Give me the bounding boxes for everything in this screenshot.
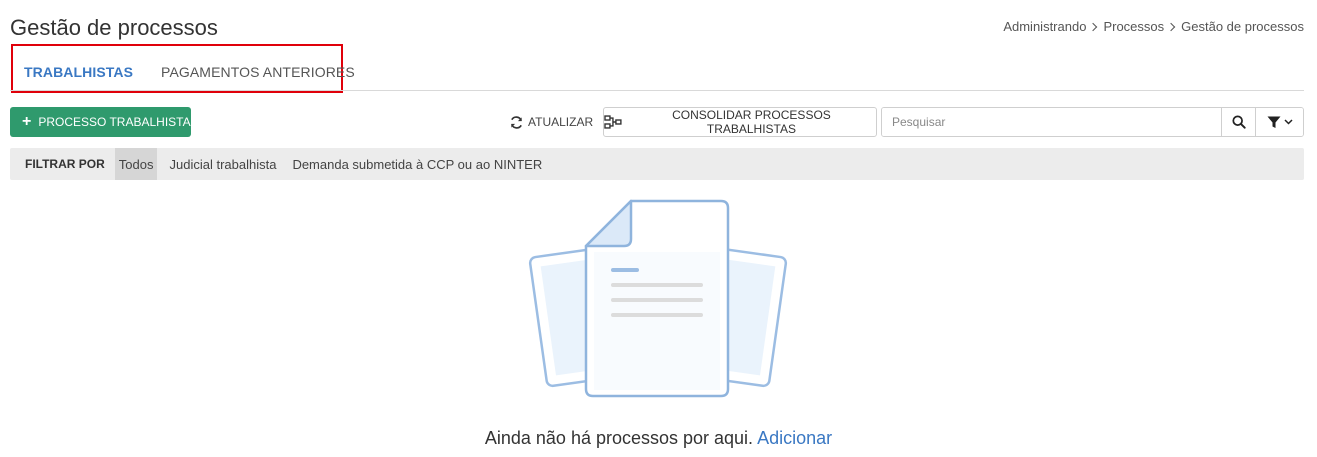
advanced-filter-button[interactable] xyxy=(1255,108,1303,136)
refresh-button[interactable]: ATUALIZAR xyxy=(509,107,593,137)
empty-state-text: Ainda não há processos por aqui. xyxy=(484,428,754,448)
search-input[interactable] xyxy=(882,108,1221,136)
empty-documents-icon xyxy=(528,199,788,398)
search-button[interactable] xyxy=(1221,108,1255,136)
refresh-icon xyxy=(511,115,522,129)
page-title: Gestão de processos xyxy=(10,15,218,40)
filter-label: FILTRAR POR xyxy=(25,157,105,171)
tab-bar: TRABALHISTAS PAGAMENTOS ANTERIORES xyxy=(10,52,369,92)
add-processo-button[interactable]: + PROCESSO TRABALHISTA xyxy=(10,107,191,137)
add-link[interactable]: Adicionar xyxy=(757,428,832,448)
search-group xyxy=(881,107,1304,137)
filter-option-todos[interactable]: Todos xyxy=(114,148,158,180)
breadcrumb-item-current: Gestão de processos xyxy=(1181,19,1304,34)
tabs-divider xyxy=(10,90,1304,91)
breadcrumb-item-processos[interactable]: Processos xyxy=(1103,19,1164,34)
funnel-icon xyxy=(1267,116,1280,128)
consolidate-icon xyxy=(604,115,622,129)
add-processo-label: PROCESSO TRABALHISTA xyxy=(38,115,191,129)
consolidate-button[interactable]: CONSOLIDAR PROCESSOS TRABALHISTAS xyxy=(603,107,877,137)
filter-option-demanda-ccp-ninter[interactable]: Demanda submetida à CCP ou ao NINTER xyxy=(288,148,546,180)
filter-bar: FILTRAR POR Todos Judicial trabalhista D… xyxy=(10,148,1304,180)
chevron-right-icon xyxy=(1166,22,1176,31)
chevron-down-icon xyxy=(1283,119,1293,125)
refresh-label: ATUALIZAR xyxy=(528,115,594,129)
empty-state-message: Ainda não há processos por aqui. Adicion… xyxy=(0,428,1317,449)
filter-option-judicial-trabalhista[interactable]: Judicial trabalhista xyxy=(165,148,280,180)
chevron-right-icon xyxy=(1089,22,1098,31)
consolidate-label: CONSOLIDAR PROCESSOS TRABALHISTAS xyxy=(672,108,831,136)
plus-icon: + xyxy=(22,113,32,130)
breadcrumb-item-administrando[interactable]: Administrando xyxy=(1003,19,1086,34)
tab-trabalhistas[interactable]: TRABALHISTAS xyxy=(10,52,147,92)
search-icon xyxy=(1231,115,1246,129)
breadcrumb: Administrando Processos Gestão de proces… xyxy=(1003,19,1304,34)
tab-pagamentos-anteriores[interactable]: PAGAMENTOS ANTERIORES xyxy=(147,52,369,92)
